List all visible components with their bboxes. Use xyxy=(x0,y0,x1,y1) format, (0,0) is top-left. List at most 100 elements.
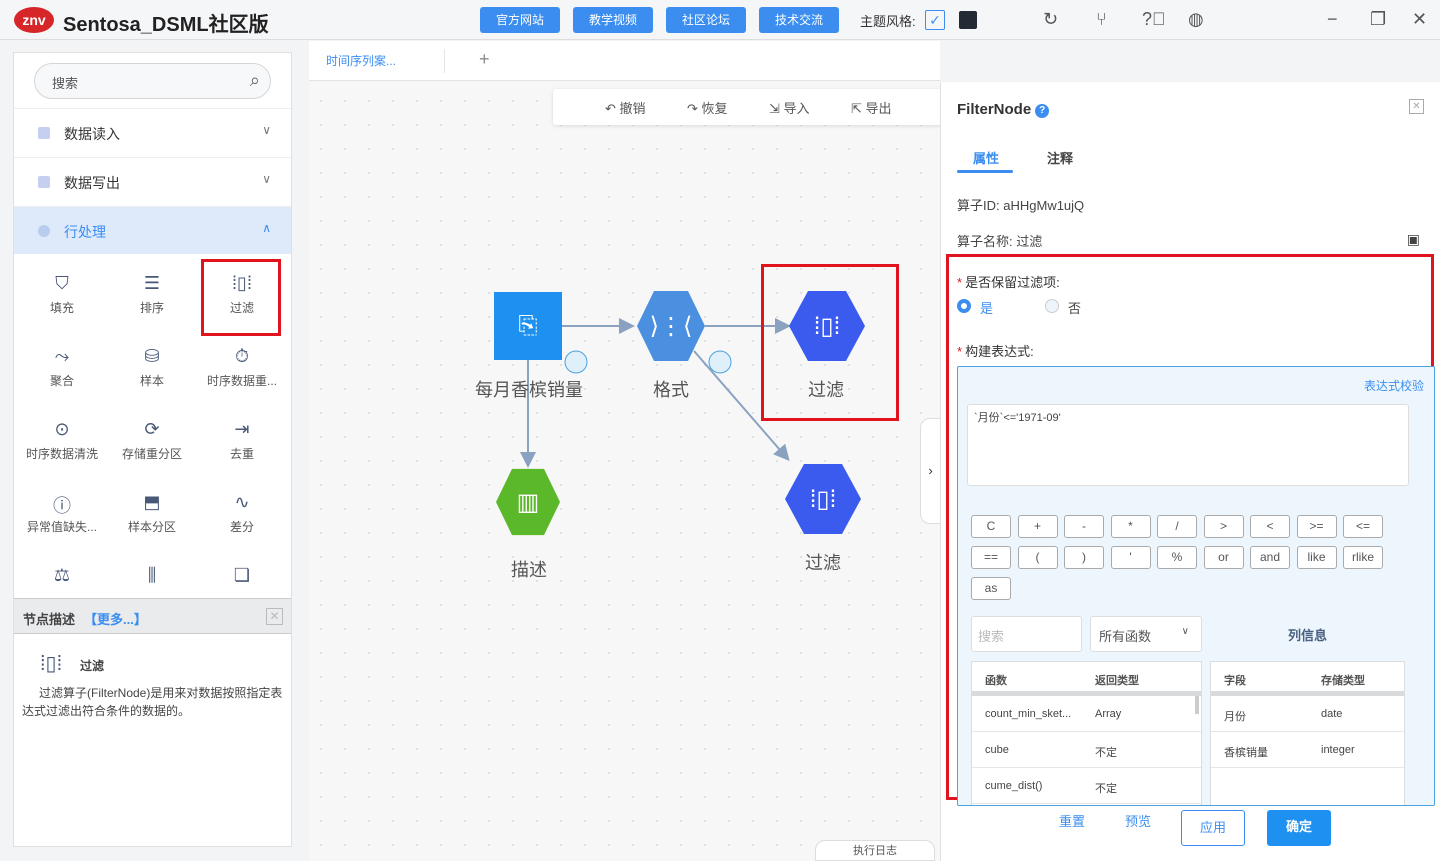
storage-type-header[interactable]: 存储类型 xyxy=(1321,672,1365,688)
operator-button[interactable]: <= xyxy=(1343,515,1383,538)
tab-properties[interactable]: 属性 xyxy=(973,148,999,167)
function-row[interactable]: cume_dist() 不定 xyxy=(972,768,1201,804)
return-type-header[interactable]: 返回类型 xyxy=(1095,672,1139,688)
preview-button[interactable]: 预览 xyxy=(1125,811,1151,830)
restore-icon[interactable]: ❐ xyxy=(1370,9,1386,30)
app-logo: znv xyxy=(14,7,54,33)
refresh-icon[interactable]: ↻ xyxy=(1043,9,1058,30)
operator-button[interactable]: ) xyxy=(1064,546,1104,569)
category-data-output[interactable]: 数据写出 ∨ xyxy=(14,157,291,205)
close-panel-icon[interactable]: ✕ xyxy=(1409,99,1424,114)
describe-icon: ▥ xyxy=(516,488,540,516)
help-icon[interactable]: ?⃝ xyxy=(1142,9,1166,30)
outlier-icon: ⓘ xyxy=(53,496,71,516)
operator-button[interactable]: - xyxy=(1064,515,1104,538)
workflow-canvas[interactable]: 时间序列案... + ↶ 撤销 ↷ 恢复 ⇲ 导入 ⇱ 导出 ⎘ 每月香槟销量 … xyxy=(309,41,953,861)
official-site-button[interactable]: 官方网站 xyxy=(480,7,560,33)
close-icon[interactable]: ✕ xyxy=(266,608,283,625)
repartition-icon: ⟳ xyxy=(144,419,160,439)
radio-yes[interactable] xyxy=(957,299,971,313)
operator-button[interactable]: * xyxy=(1110,515,1151,538)
tool-sort[interactable]: ☰ 排序 xyxy=(107,273,197,316)
operator-button[interactable]: and xyxy=(1250,546,1290,569)
community-forum-button[interactable]: 社区论坛 xyxy=(666,7,746,33)
edit-name-icon[interactable]: ▣ xyxy=(1407,231,1420,248)
branch-icon[interactable]: ⑂ xyxy=(1096,9,1107,30)
tool-repartition[interactable]: ⟳ 存储重分区 xyxy=(107,419,197,462)
title-bar: znv Sentosa_DSML社区版 官方网站 教学视频 社区论坛 技术交流 … xyxy=(0,0,1440,40)
column-table: 字段 存储类型 月份 date 香槟销量 integer xyxy=(1210,661,1405,805)
operator-button[interactable]: % xyxy=(1157,546,1197,569)
tool-aggregate[interactable]: ⤳ 聚合 xyxy=(17,346,107,389)
tool-sample[interactable]: ⛁ 样本 xyxy=(107,346,197,389)
function-search-input[interactable]: 搜索 xyxy=(971,616,1082,652)
function-header[interactable]: 函数 xyxy=(985,672,1007,688)
operator-button[interactable]: like xyxy=(1296,546,1337,569)
operator-name[interactable]: 过滤 xyxy=(1016,234,1042,249)
column-row[interactable]: 月份 date xyxy=(1211,696,1404,732)
expression-builder: 表达式校验 `月份`<='1971-09' C + - * / > < >= <= == () '% o… xyxy=(957,366,1435,806)
chevron-up-icon: ∧ xyxy=(262,221,271,235)
operator-button[interactable]: > xyxy=(1203,515,1244,538)
operator-search-input[interactable]: 搜索 ⌕ xyxy=(34,63,271,99)
format-icon: ⟩⋮⟨ xyxy=(649,312,693,340)
ok-button[interactable]: 确定 xyxy=(1267,810,1331,846)
tool-ts-clean[interactable]: ⊙ 时序数据清洗 xyxy=(17,419,107,462)
split-icon[interactable]: ⫼ xyxy=(107,565,197,591)
operator-button[interactable]: ' xyxy=(1110,546,1151,569)
execution-log-tab[interactable]: 执行日志 xyxy=(815,840,935,861)
minimize-icon[interactable]: − xyxy=(1327,9,1338,30)
column-info-title: 列信息 xyxy=(1288,628,1328,643)
category-data-input[interactable]: 数据读入 ∨ xyxy=(14,108,291,156)
filter-icon: ⁞▯⁞ xyxy=(40,653,63,675)
validate-expression-link[interactable]: 表达式校验 xyxy=(1364,377,1424,394)
tool-ts-resample[interactable]: ⏱ 时序数据重... xyxy=(197,346,287,389)
globe-icon[interactable]: ◍ xyxy=(1188,9,1204,30)
panel-title: FilterNode xyxy=(957,101,1032,118)
balance-icon[interactable]: ⚖ xyxy=(17,565,107,591)
tool-fill[interactable]: ⛉ 填充 xyxy=(17,273,107,316)
operator-button[interactable]: ( xyxy=(1017,546,1058,569)
tech-exchange-button[interactable]: 技术交流 xyxy=(759,7,839,33)
operator-button[interactable]: >= xyxy=(1296,515,1337,538)
operator-button[interactable]: as xyxy=(971,577,1011,600)
tool-outlier-missing[interactable]: ⓘ 异常值缺失... xyxy=(17,492,107,535)
theme-dark-swatch[interactable] xyxy=(959,11,977,29)
expand-panel-button[interactable]: › xyxy=(920,418,940,524)
close-icon[interactable]: ✕ xyxy=(1412,9,1427,30)
tab-notes[interactable]: 注释 xyxy=(1047,148,1073,167)
tool-difference[interactable]: ∿ 差分 xyxy=(197,492,287,535)
operator-button[interactable]: < xyxy=(1250,515,1290,538)
more-link[interactable]: 【更多...】 xyxy=(84,609,147,628)
tool-sample-partition[interactable]: ⬒ 样本分区 xyxy=(107,492,197,535)
stack-icon[interactable]: ❏ xyxy=(197,565,287,591)
status-indicator xyxy=(708,350,732,374)
function-row[interactable]: count_min_sket... Array xyxy=(972,696,1201,732)
clean-icon: ⊙ xyxy=(54,419,70,439)
operator-button[interactable]: == xyxy=(971,546,1011,569)
highlight-box xyxy=(761,264,899,421)
tool-dedupe[interactable]: ⇥ 去重 xyxy=(197,419,287,462)
expression-textarea[interactable]: `月份`<='1971-09' xyxy=(967,404,1409,486)
operator-button[interactable]: / xyxy=(1157,515,1197,538)
category-row-processing[interactable]: 行处理 ∧ xyxy=(14,206,291,254)
tutorial-video-button[interactable]: 教学视频 xyxy=(573,7,653,33)
field-header[interactable]: 字段 xyxy=(1224,672,1246,688)
operator-button[interactable]: + xyxy=(1017,515,1058,538)
highlight-box xyxy=(201,259,281,336)
function-type-select[interactable]: 所有函数 ∨ xyxy=(1090,616,1202,652)
search-icon[interactable]: ⌕ xyxy=(250,70,260,91)
node-data-source[interactable]: ⎘ xyxy=(494,292,562,360)
theme-light-checkbox[interactable]: ✓ xyxy=(925,10,945,30)
scrollbar[interactable] xyxy=(1195,696,1199,714)
radio-no[interactable] xyxy=(1045,299,1059,313)
function-row[interactable]: cube 不定 xyxy=(972,732,1201,768)
reset-button[interactable]: 重置 xyxy=(1059,811,1085,830)
node-description-text: 过滤算子(FilterNode)是用来对数据按照指定表达式过滤出符合条件的数据的… xyxy=(22,686,283,718)
column-row[interactable]: 香槟销量 integer xyxy=(1211,732,1404,768)
apply-button[interactable]: 应用 xyxy=(1181,810,1245,846)
help-icon[interactable]: ? xyxy=(1035,104,1050,118)
operator-button[interactable]: C xyxy=(971,515,1011,538)
operator-button[interactable]: or xyxy=(1203,546,1244,569)
operator-button[interactable]: rlike xyxy=(1343,546,1383,569)
